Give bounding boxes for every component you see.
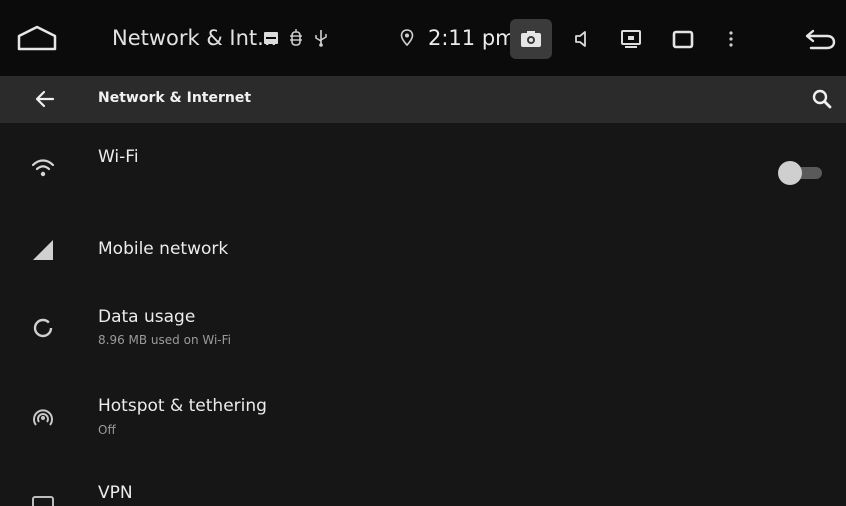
list-item-title: VPN xyxy=(98,483,133,503)
vpn-icon xyxy=(32,496,54,506)
wifi-toggle-switch[interactable] xyxy=(778,161,824,185)
android-settings-screen: Network & Int... 2:11 pm Network & Inter… xyxy=(0,0,846,506)
settings-list: Wi-Fi Mobile network Data usage 8.96 MB … xyxy=(0,123,846,506)
page-title: Network & Internet xyxy=(98,90,252,106)
screenshot-icon xyxy=(521,31,541,47)
more-options-button[interactable] xyxy=(710,19,752,59)
app-bar: Network & Internet xyxy=(0,76,846,123)
system-back-button[interactable] xyxy=(800,19,840,59)
navigate-up-button[interactable] xyxy=(34,88,56,110)
back-icon xyxy=(805,29,836,50)
list-item-title: Wi-Fi xyxy=(98,147,139,167)
more-icon xyxy=(729,31,733,47)
list-item-title: Mobile network xyxy=(98,239,229,259)
screen-cast-button[interactable] xyxy=(610,19,652,59)
location-icon xyxy=(400,29,414,47)
list-item-data-usage[interactable]: Data usage 8.96 MB used on Wi-Fi xyxy=(0,283,846,373)
recents-button[interactable] xyxy=(662,19,704,59)
toggle-thumb xyxy=(778,161,802,185)
search-icon[interactable] xyxy=(810,87,834,111)
list-item-subtitle: 8.96 MB used on Wi-Fi xyxy=(98,333,231,347)
notification-icon xyxy=(264,32,278,44)
list-item-hotspot[interactable]: Hotspot & tethering Off xyxy=(0,373,846,463)
screenshot-button[interactable] xyxy=(510,19,552,59)
list-item-mobile-network[interactable]: Mobile network xyxy=(0,213,846,283)
list-item-subtitle: Off xyxy=(98,423,116,437)
hotspot-icon xyxy=(33,409,53,426)
system-status-bar: Network & Int... 2:11 pm xyxy=(0,0,846,76)
wifi-icon xyxy=(31,159,55,177)
usb-debug-icon xyxy=(290,29,302,46)
clock: 2:11 pm xyxy=(428,26,516,50)
list-item-title: Data usage xyxy=(98,307,196,327)
list-item-vpn[interactable]: VPN xyxy=(0,463,846,506)
screen-cast-icon xyxy=(621,30,641,48)
list-item-title: Hotspot & tethering xyxy=(98,396,267,416)
home-icon[interactable] xyxy=(16,24,58,52)
recents-icon xyxy=(672,30,694,49)
status-bar-app-title: Network & Int... xyxy=(112,26,278,50)
usb-icon xyxy=(315,30,327,47)
list-item-wifi[interactable]: Wi-Fi xyxy=(0,123,846,213)
volume-button[interactable] xyxy=(562,19,604,59)
signal-icon xyxy=(33,240,53,260)
volume-icon xyxy=(575,31,586,47)
data-usage-icon xyxy=(33,318,53,338)
